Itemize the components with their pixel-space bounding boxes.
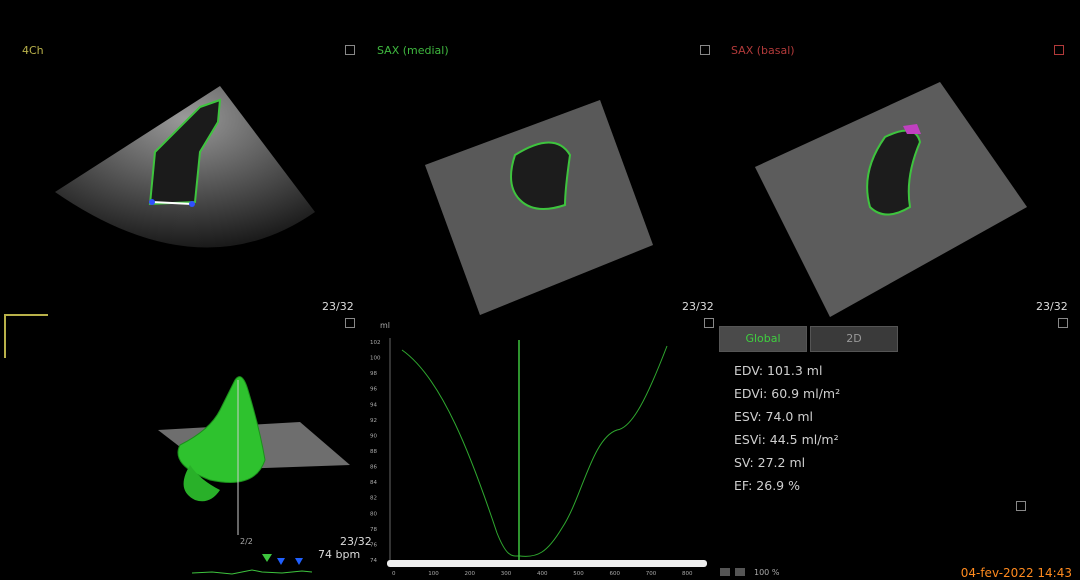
view-4ch-checkbox[interactable]: [345, 45, 355, 55]
frame-counter-sax-medial: 23/32: [682, 300, 714, 313]
view-label-sax-medial: SAX (medial): [377, 44, 449, 57]
view-label-sax-basal: SAX (basal): [731, 44, 795, 57]
x-tick-label: 700: [646, 571, 657, 577]
lv-contour-sax-medial: [510, 141, 572, 210]
echo-4ch-image: [55, 86, 315, 248]
ecg-trace: [192, 554, 312, 575]
y-tick-label: 82: [370, 496, 377, 502]
zoom-in-button[interactable]: [735, 568, 745, 576]
y-tick-label: 84: [370, 480, 377, 486]
echo-sax-basal-image: [755, 82, 1027, 317]
results-checkbox[interactable]: [1016, 501, 1026, 511]
volume-curve-chart: ml 102 100 98 96 94 92 90 88 86 84 82 80 78 76 74 0 100…: [370, 321, 693, 577]
timeline-scrollbar[interactable]: [387, 560, 707, 567]
y-tick-label: 102: [370, 340, 381, 346]
echo-sax-medial-image: [425, 100, 653, 315]
zoom-level: 100 %: [754, 568, 780, 577]
x-tick-label: 0: [392, 571, 396, 577]
y-tick-label: 80: [370, 511, 377, 517]
measure-edvi: EDVi: 60.9 ml/m²: [734, 386, 841, 401]
heart-rate: 74 bpm: [318, 548, 361, 561]
view-sax-medial-checkbox[interactable]: [700, 45, 710, 55]
frame-checkbox-4ch[interactable]: [345, 318, 355, 328]
volume-axis-ticks: 102 100 98 96 94 92 90 88 86 84 82 80 78 76 74: [370, 340, 381, 564]
mini-frame-counter: 2/2: [240, 537, 253, 546]
x-tick-label: 200: [465, 571, 476, 577]
tab-global[interactable]: Global: [719, 326, 807, 352]
y-tick-label: 86: [370, 465, 377, 471]
y-tick-label: 100: [370, 356, 381, 362]
zoom-out-button[interactable]: [720, 568, 730, 576]
view-label-4ch: 4Ch: [22, 44, 44, 57]
measure-ef: EF: 26.9 %: [734, 478, 800, 493]
measure-sv: SV: 27.2 ml: [734, 455, 806, 470]
x-tick-label: 800: [682, 571, 693, 577]
volume-curve-line: [401, 345, 668, 557]
tab-2d[interactable]: 2D: [810, 326, 898, 352]
y-tick-label: 96: [370, 387, 377, 393]
y-tick-label: 78: [370, 527, 377, 533]
measure-esvi: ESVi: 44.5 ml/m²: [734, 432, 839, 447]
frame-checkbox-sax-basal[interactable]: [1058, 318, 1068, 328]
time-axis-ticks: 0 100 200 300 400 500 600 700 800: [392, 571, 693, 577]
measure-edv: EDV: 101.3 ml: [734, 363, 823, 378]
panel-corner-marker: [4, 314, 48, 358]
volume-axis-unit: ml: [380, 321, 390, 330]
y-tick-label: 76: [370, 542, 377, 548]
frame-counter-sax-basal: 23/32: [1036, 300, 1068, 313]
y-tick-label: 98: [370, 371, 377, 377]
y-tick-label: 88: [370, 449, 377, 455]
x-tick-label: 100: [428, 571, 439, 577]
measure-esv: ESV: 74.0 ml: [734, 409, 814, 424]
frame-counter-4ch: 23/32: [322, 300, 354, 313]
y-tick-label: 92: [370, 418, 377, 424]
y-tick-label: 94: [370, 402, 377, 408]
x-tick-label: 600: [610, 571, 621, 577]
y-tick-label: 90: [370, 433, 377, 439]
x-tick-label: 500: [573, 571, 584, 577]
x-tick-label: 300: [501, 571, 512, 577]
y-tick-label: 74: [370, 558, 377, 564]
view-sax-basal-checkbox[interactable]: [1054, 45, 1064, 55]
lv-3d-model[interactable]: [150, 370, 360, 545]
x-tick-label: 400: [537, 571, 548, 577]
